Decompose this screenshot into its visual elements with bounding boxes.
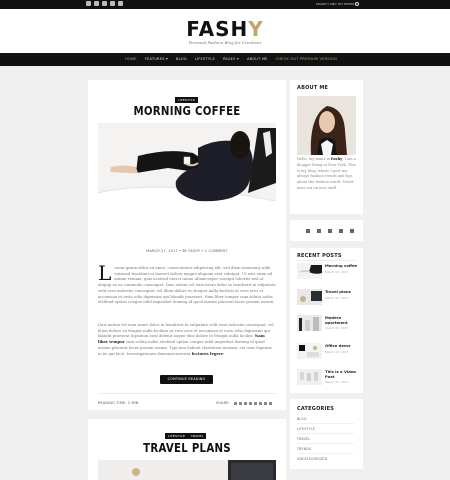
share-icons [234, 402, 272, 405]
widget-title: ABOUT ME [297, 85, 329, 91]
post-bold-text: lectores legere [191, 350, 224, 356]
nav-lifestyle[interactable]: LIFESTYLE [195, 57, 215, 61]
category-link[interactable]: UNCATEGORIZED [297, 457, 327, 461]
recent-post-title[interactable]: This is a Video Post [325, 369, 361, 379]
main-nav: HOME FEATURES ▾ BLOG LIFESTYLE PAGES ▾ A… [0, 53, 450, 66]
category-link[interactable]: BLOG [297, 417, 307, 421]
facebook-icon[interactable] [234, 402, 237, 405]
nav-about-me[interactable]: ABOUT ME [247, 57, 268, 61]
post-meta: MARCH 27, 2017 • BY FASHY • 1 COMMENT [146, 249, 228, 253]
top-social-icons [86, 1, 123, 6]
nav-premium[interactable]: CHECK OUT PREMIUM VERSION [276, 57, 337, 61]
recent-post-thumb[interactable] [297, 343, 322, 359]
recent-post-title[interactable]: Morning coffee [325, 263, 361, 269]
nav-home[interactable]: HOME [125, 57, 137, 61]
recent-post-thumb[interactable] [297, 289, 322, 305]
instagram-icon[interactable] [328, 229, 332, 233]
nav-features[interactable]: FEATURES ▾ [145, 57, 168, 61]
recent-post-date: March 27, 2017 [325, 270, 349, 274]
post-paragraph: orem ipsum dolor sit amet, consectetuer … [98, 265, 276, 305]
site-tagline: Personal Fashion Blog for Creatives [188, 40, 262, 45]
facebook-icon[interactable] [317, 229, 321, 233]
site-logo[interactable]: FASHY [0, 17, 450, 41]
search-icon[interactable] [355, 2, 359, 6]
about-text-part: . I am a blogger living in New York. Thi… [297, 157, 356, 190]
post-featured-image[interactable] [98, 460, 276, 480]
nav-pages[interactable]: PAGES ▾ [223, 57, 239, 61]
recent-post-thumb[interactable] [297, 263, 322, 279]
nav-blog[interactable]: BLOG [176, 57, 187, 61]
post-category-badge[interactable]: LIFESTYLE [165, 433, 189, 439]
widget-title: RECENT POSTS [297, 253, 342, 259]
category-link[interactable]: LIFESTYLE [297, 427, 315, 431]
linkedin-icon[interactable] [254, 402, 257, 405]
category-link[interactable]: TRENDS [297, 447, 311, 451]
email-icon[interactable] [269, 402, 272, 405]
search-input[interactable]: SEARCH AND HIT ENTER... [316, 2, 358, 6]
post-excerpt: Lorem ipsum dolor sit amet, consectetuer… [98, 261, 276, 305]
reddit-icon[interactable] [259, 402, 262, 405]
post-excerpt-2: Duis autem vel eum iriure dolor in hendr… [98, 322, 276, 356]
post-title[interactable]: MORNING COFFEE [111, 104, 264, 118]
recent-post-date: March 27, 2017 [325, 296, 349, 300]
divider [297, 423, 354, 424]
post-title[interactable]: TRAVEL PLANS [111, 441, 264, 455]
divider [297, 453, 354, 454]
tumblr-icon[interactable] [264, 402, 267, 405]
about-text-part: Hello, my name is [297, 157, 331, 161]
instagram-icon[interactable] [102, 1, 107, 6]
divider [297, 443, 354, 444]
reading-time: READING TIME: 2 MIN [98, 401, 139, 405]
continue-reading-button[interactable]: CONTINUE READING [160, 375, 213, 384]
post-category-badge[interactable]: LIFESTYLE [175, 97, 199, 103]
about-avatar [297, 96, 356, 155]
sidebar-social-icons [306, 229, 354, 233]
facebook-icon[interactable] [94, 1, 99, 6]
about-text: Hello, my name is Fashy. I am a blogger … [297, 157, 357, 192]
divider [297, 260, 356, 261]
pinterest-icon[interactable] [339, 229, 343, 233]
recent-post-date: March 27, 2017 [325, 326, 349, 330]
widget-title: CATEGORIES [297, 406, 335, 412]
recent-post-thumb[interactable] [297, 315, 322, 331]
google-plus-icon[interactable] [249, 402, 252, 405]
logo-text: FASH [186, 17, 249, 41]
post-paragraph-part: Duis autem vel eum iriure dolor in hendr… [98, 322, 274, 339]
post-paragraph-part: cum soluta nobis eleifend option congue … [98, 339, 272, 356]
category-link[interactable]: TRAVEL [297, 437, 310, 441]
tumblr-icon[interactable] [350, 229, 354, 233]
divider [98, 393, 276, 394]
top-bar: SEARCH AND HIT ENTER... [0, 0, 450, 9]
tumblr-icon[interactable] [118, 1, 123, 6]
twitter-icon[interactable] [86, 1, 91, 6]
recent-post-title[interactable]: Modern apartment [325, 315, 361, 325]
about-name: Fashy [330, 157, 343, 161]
twitter-icon[interactable] [239, 402, 242, 405]
recent-post-title[interactable]: Travel plans [325, 289, 361, 295]
share-label: SHARE: [216, 401, 230, 405]
recent-post-title[interactable]: Office decor [325, 343, 361, 349]
recent-post-date: March 27, 2017 [325, 350, 349, 354]
pinterest-icon[interactable] [110, 1, 115, 6]
recent-post-date: March 27, 2017 [325, 380, 349, 384]
post-featured-image[interactable] [98, 123, 276, 243]
post-paragraph-part: . [223, 350, 225, 356]
post-category-badge[interactable]: TRAVEL [188, 433, 207, 439]
dropcap: L [98, 261, 112, 285]
pinterest-icon[interactable] [244, 402, 247, 405]
twitter-icon[interactable] [306, 229, 310, 233]
divider [297, 433, 354, 434]
logo-accent: Y [248, 17, 264, 41]
recent-post-thumb[interactable] [297, 369, 322, 385]
